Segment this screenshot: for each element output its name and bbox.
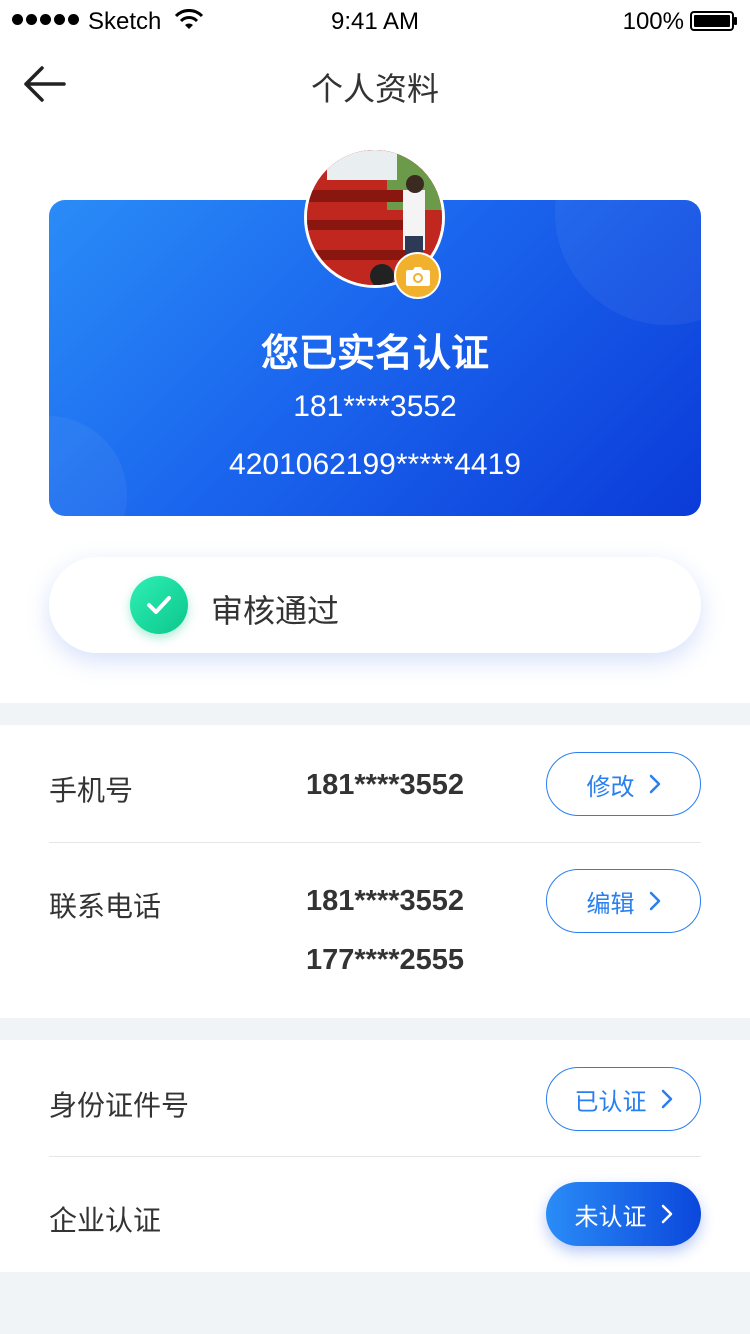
id-card-row: 身份证件号 已认证	[0, 1040, 750, 1156]
enterprise-row: 企业认证 未认证	[0, 1157, 750, 1272]
id-card-verified-button[interactable]: 已认证	[546, 1067, 701, 1131]
enterprise-verify-button[interactable]: 未认证	[546, 1182, 701, 1246]
review-status-label: 审核通过	[211, 592, 340, 630]
edit-mobile-button[interactable]: 修改	[546, 752, 701, 816]
review-status-pill: 审核通过	[49, 557, 701, 653]
chevron-right-icon	[661, 1089, 672, 1109]
edit-contact-phone-button[interactable]: 编辑	[546, 869, 701, 933]
check-icon	[130, 576, 188, 634]
mobile-value: 181****3552	[306, 769, 465, 801]
edit-contact-phone-button-label: 编辑	[586, 889, 635, 918]
verified-status-title: 您已实名认证	[260, 331, 489, 375]
edit-mobile-button-label: 修改	[586, 772, 635, 801]
chevron-right-icon	[649, 774, 660, 794]
contact-phone-row: 联系电话 181****3552 177****2555 编辑	[0, 843, 750, 1018]
status-bar: Sketch 9:41 AM 100%	[0, 0, 750, 44]
enterprise-verify-button-label: 未认证	[574, 1202, 647, 1231]
id-card-verified-button-label: 已认证	[574, 1087, 647, 1116]
id-card-label: 身份证件号	[49, 1089, 190, 1122]
chevron-right-icon	[661, 1204, 672, 1224]
card-phone-number: 181****3552	[293, 390, 457, 423]
card-decoration	[555, 200, 701, 325]
camera-icon[interactable]	[394, 252, 441, 299]
contact-phone-label: 联系电话	[49, 890, 162, 923]
page-title: 个人资料	[310, 70, 439, 108]
contact-phone-value: 181****3552	[306, 885, 465, 917]
battery-icon	[690, 11, 737, 31]
contact-phone-value: 177****2555	[306, 944, 465, 976]
chevron-right-icon	[649, 891, 660, 911]
verification-section: 身份证件号 已认证 企业认证 未认证	[0, 1040, 750, 1272]
card-id-number: 4201062199*****4419	[229, 448, 521, 481]
enterprise-label: 企业认证	[49, 1204, 162, 1237]
mobile-row: 手机号 181****3552 修改	[0, 725, 750, 842]
mobile-label: 手机号	[49, 774, 134, 807]
battery-percentage: 100%	[622, 8, 684, 35]
contact-section: 手机号 181****3552 修改 联系电话 181****3552 177*…	[0, 725, 750, 1018]
